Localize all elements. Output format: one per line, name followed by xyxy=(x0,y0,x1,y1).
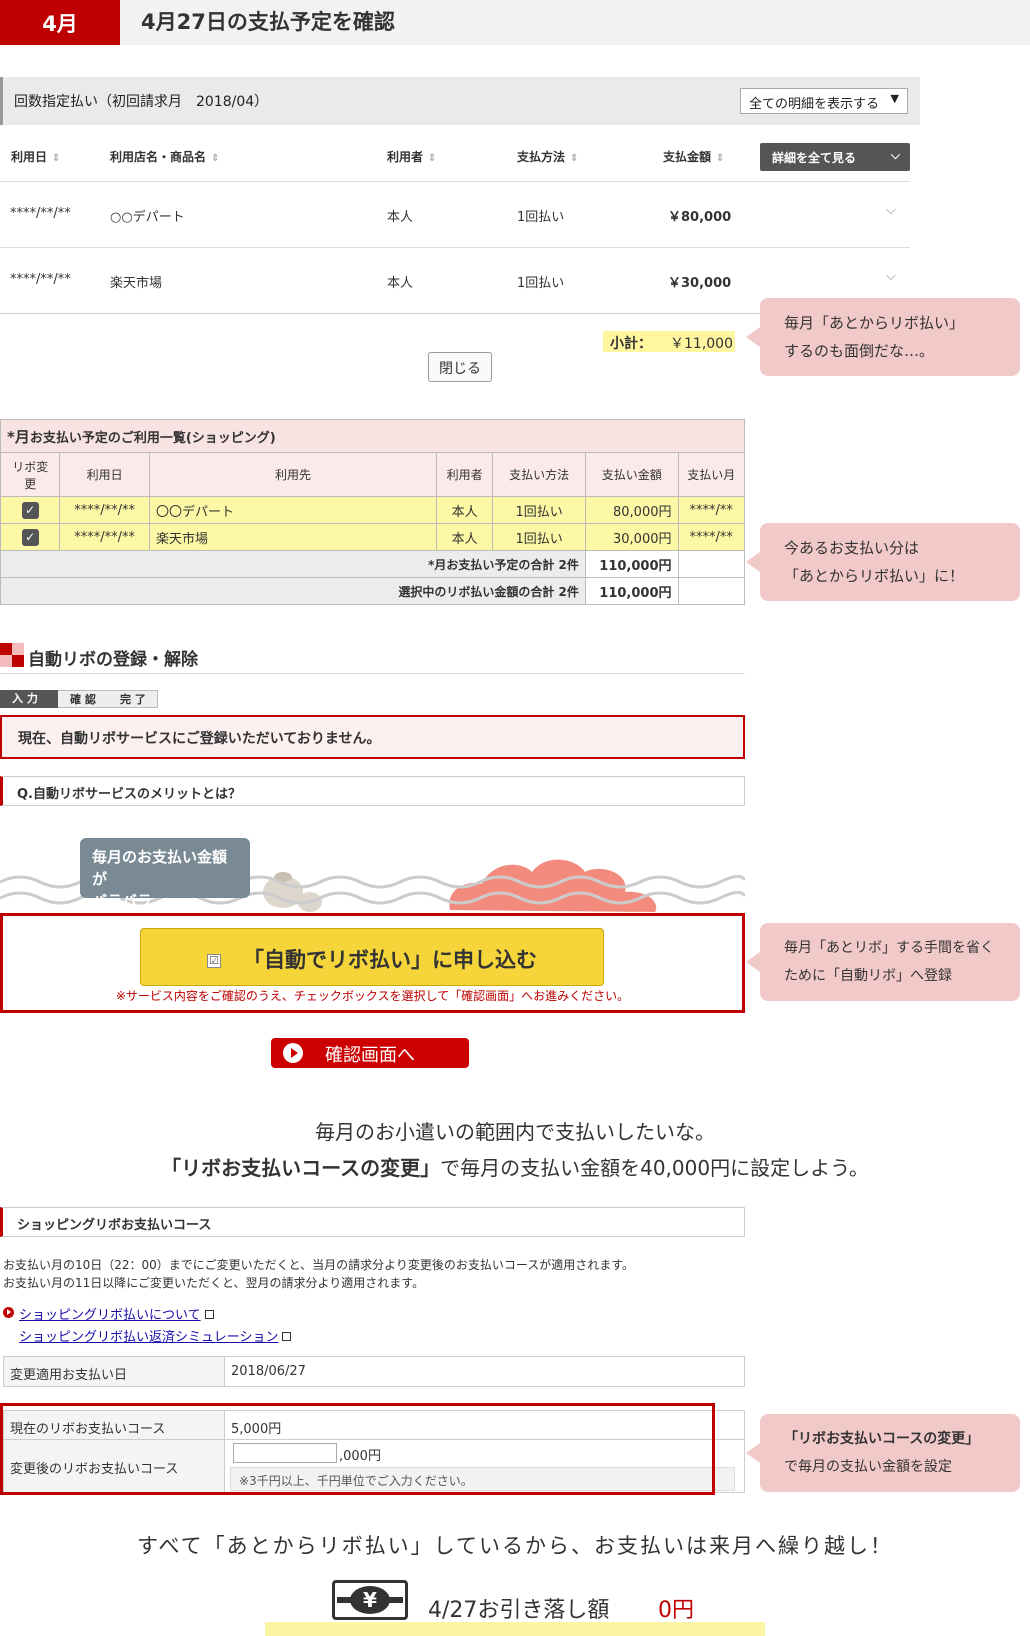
th-method: 支払い方法 xyxy=(492,452,586,497)
apply-date-label: 変更適用お支払い日 xyxy=(3,1356,225,1387)
narrative-line2: 「リボお支払いコースの変更」で毎月の支払い金額を40,000円に設定しよう。 xyxy=(161,1156,869,1180)
divider xyxy=(0,673,745,674)
row1-amount: ￥80,000 xyxy=(668,210,732,225)
external-link-icon xyxy=(204,1310,214,1319)
th-revo: リボ変更 xyxy=(0,452,61,497)
sort-icon: ⇕ xyxy=(570,153,579,164)
merit-question[interactable]: Q.自動リボサービスのメリットとは？ xyxy=(0,776,745,806)
row2-method: 1回払い xyxy=(517,276,565,291)
speech-bubble-1: 毎月「あとからリボ払い」 するのも面倒だな…。 xyxy=(746,298,1020,376)
narrative-line1: 毎月のお小遣いの範囲内で支払いしたいな。 xyxy=(315,1120,715,1144)
link-revo-about[interactable]: ショッピングリボ払いについて xyxy=(19,1304,214,1323)
apply-checkbox[interactable]: ☑ xyxy=(207,954,221,968)
row1-user: 本人 xyxy=(387,210,414,225)
row1-date: ****/**/** xyxy=(10,206,71,221)
statement-title: 回数指定払い（初回請求月 2018/04） xyxy=(14,94,269,110)
select-arrow-icon: ▼ xyxy=(890,92,899,105)
step-complete: 完 了 xyxy=(108,690,158,708)
th-store: 利用先 xyxy=(148,452,437,497)
apply-date-value: 2018/06/27 xyxy=(224,1356,745,1387)
show-all-details-button[interactable]: 詳細を全て見る ⌵ xyxy=(760,143,910,171)
withdraw-amount: 0円 xyxy=(658,1598,694,1623)
row2-user: 本人 xyxy=(387,276,414,291)
col-header-date[interactable]: 利用日 ⇕ xyxy=(11,148,60,165)
revo-checkbox-2[interactable]: ✓ xyxy=(21,528,39,546)
th-month: 支払い月 xyxy=(677,452,745,497)
month-badge: 4月 xyxy=(0,0,120,45)
col-header-store[interactable]: 利用店名・商品名 ⇕ xyxy=(110,148,219,165)
step-input: 入 力 xyxy=(0,690,58,708)
sum-row: 選択中のリボ払い金額の合計 2件 110,000円 xyxy=(0,577,745,605)
sort-icon: ⇕ xyxy=(428,153,437,164)
row2-store: 楽天市場 xyxy=(110,276,163,291)
course-highlight-frame xyxy=(0,1403,715,1495)
table-title: *月お支払い予定のご利用一覧(ショッピング) xyxy=(0,419,745,453)
speech-bubble-3: 毎月「あとリボ」する手間を省く ために「自動リボ」へ登録 xyxy=(746,923,1020,1001)
divider xyxy=(0,247,910,248)
subtotal-label: 小計： xyxy=(610,336,652,352)
col-header-user[interactable]: 利用者 ⇕ xyxy=(387,148,436,165)
apply-note: ※サービス内容をご確認のうえ、チェックボックスを選択して「確認画面」へお進みくだ… xyxy=(115,989,630,1003)
link-revo-simulation[interactable]: ショッピングリボ払い返済シミュレーション xyxy=(19,1326,292,1345)
col-header-method[interactable]: 支払方法 ⇕ xyxy=(517,148,578,165)
speech-bubble-2: 今あるお支払い分は 「あとからリボ払い」に！ xyxy=(746,523,1020,601)
withdraw-highlight xyxy=(265,1622,765,1636)
course-desc-2: お支払い月の11日以降にご変更いただくと、翌月の請求分より適用されます。 xyxy=(3,1276,425,1290)
expand-row1-icon[interactable]: ⌵ xyxy=(886,203,896,218)
table-row: ✓ ****/**/** 楽天市場 本人 1回払い 30,000円 ****/*… xyxy=(0,523,745,551)
auto-revo-apply-button[interactable]: ☑ 「自動でリボ払い」に申し込む xyxy=(140,928,604,986)
row2-date: ****/**/** xyxy=(10,272,71,287)
revo-checkbox-1[interactable]: ✓ xyxy=(21,501,39,519)
sum-row: *月お支払い予定の合計 2件 110,000円 xyxy=(0,550,745,578)
filter-select[interactable]: 全ての明細を表示する ▼ xyxy=(740,88,908,114)
th-amount: 支払い金額 xyxy=(584,452,679,497)
external-link-icon xyxy=(282,1332,292,1341)
yen-icon: ¥ xyxy=(350,1586,390,1614)
registration-notice: 現在、自動リボサービスにご登録いただいておりません。 xyxy=(0,715,745,759)
to-confirm-button[interactable]: 確認画面へ xyxy=(271,1038,469,1068)
section-icon xyxy=(0,643,12,655)
row1-method: 1回払い xyxy=(517,210,565,225)
illustration-caption: 毎月のお支払い金額が バラバラ… xyxy=(80,838,250,910)
auto-revo-title: 自動リボの登録・解除 xyxy=(28,650,198,670)
filter-select-value: 全ての明細を表示する xyxy=(749,97,880,112)
divider xyxy=(0,181,910,182)
withdraw-label: 4/27お引き落し額 xyxy=(428,1598,610,1623)
expand-row2-icon[interactable]: ⌵ xyxy=(886,269,896,284)
carryover-message: すべて「あとからリボ払い」しているから、お支払いは来月へ繰り越し！ xyxy=(136,1534,894,1558)
subtotal-value: ￥11,000 xyxy=(670,336,733,352)
row1-store: ○○デパート xyxy=(110,210,185,225)
page-title: 4月27日の支払予定を確認 xyxy=(141,10,395,34)
th-date: 利用日 xyxy=(59,452,150,497)
close-button[interactable]: 閉じる xyxy=(428,352,492,382)
course-desc-1: お支払い月の10日（22：00）までにご変更いただくと、当月の請求分より変更後の… xyxy=(3,1258,635,1272)
table-row: ✓ ****/**/** 〇〇デパート 本人 1回払い 80,000円 ****… xyxy=(0,496,745,524)
sort-icon: ⇕ xyxy=(211,153,220,164)
sort-icon: ⇕ xyxy=(52,153,61,164)
chevron-down-icon: ⌵ xyxy=(890,148,900,162)
sort-icon: ⇕ xyxy=(716,153,725,164)
play-icon xyxy=(283,1043,303,1063)
shopping-usage-table: *月お支払い予定のご利用一覧(ショッピング) リボ変更 利用日 利用先 利用者 … xyxy=(0,419,745,605)
col-header-amount[interactable]: 支払金額 ⇕ xyxy=(663,148,724,165)
th-user: 利用者 xyxy=(435,452,494,497)
speech-bubble-4: 「リボお支払いコースの変更」 で毎月の支払い金額を設定 xyxy=(746,1414,1020,1492)
row2-amount: ￥30,000 xyxy=(668,276,732,291)
course-title: ショッピングリボお支払いコース xyxy=(0,1207,745,1237)
link-arrow-icon xyxy=(3,1307,14,1318)
step-confirm: 確 認 xyxy=(58,690,108,708)
